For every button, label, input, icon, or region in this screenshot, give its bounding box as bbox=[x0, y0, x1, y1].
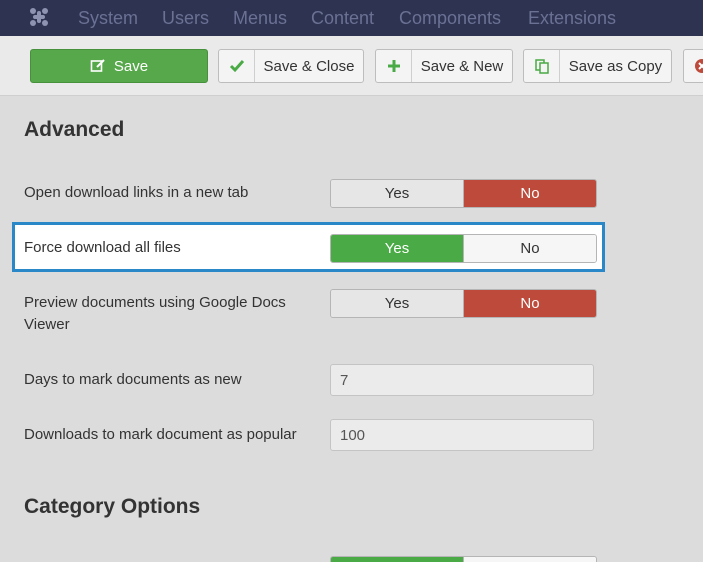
toggle-force-download: Yes No bbox=[330, 234, 597, 263]
save-close-button[interactable]: Save & Close bbox=[218, 49, 364, 83]
toggle-option-no[interactable]: No bbox=[463, 235, 596, 262]
toggle-google-docs-preview: Yes No bbox=[330, 289, 597, 318]
days-new-input[interactable]: 7 bbox=[330, 364, 594, 396]
nav-item-users[interactable]: Users bbox=[162, 8, 209, 29]
plus-icon bbox=[376, 50, 412, 82]
toggle-option-yes[interactable]: Yes bbox=[331, 290, 463, 317]
nav-item-menus[interactable]: Menus bbox=[233, 8, 287, 29]
close-icon bbox=[695, 59, 703, 73]
downloads-popular-input[interactable]: 100 bbox=[330, 419, 594, 451]
toggle-option-yes[interactable] bbox=[331, 557, 463, 562]
save-label: Save bbox=[113, 57, 149, 75]
close-button[interactable] bbox=[683, 49, 703, 83]
toggle-option-no[interactable]: No bbox=[463, 180, 596, 207]
toggle-option-yes[interactable]: Yes bbox=[331, 180, 463, 207]
edit-icon bbox=[90, 59, 105, 72]
toggle-option-no[interactable] bbox=[463, 557, 596, 562]
field-label-downloads-popular: Downloads to mark document as popular bbox=[24, 426, 297, 443]
nav-item-extensions[interactable]: Extensions bbox=[528, 8, 616, 29]
top-navbar: System Users Menus Content Components Ex… bbox=[0, 0, 703, 36]
save-copy-button[interactable]: Save as Copy bbox=[523, 49, 672, 83]
save-new-label: Save & New bbox=[420, 57, 504, 75]
toggle-option-yes[interactable]: Yes bbox=[331, 235, 463, 262]
section-title-category-options: Category Options bbox=[24, 495, 201, 518]
nav-item-content[interactable]: Content bbox=[311, 8, 374, 29]
save-button[interactable]: Save bbox=[30, 49, 208, 83]
field-label-google-docs-preview: Preview documents using Google Docs View… bbox=[24, 294, 286, 333]
toggle-open-new-tab: Yes No bbox=[330, 179, 597, 208]
check-icon bbox=[219, 50, 255, 82]
section-title-advanced: Advanced bbox=[24, 118, 125, 141]
nav-item-system[interactable]: System bbox=[78, 8, 138, 29]
toggle-category-partial bbox=[330, 556, 597, 562]
save-close-label: Save & Close bbox=[263, 57, 355, 75]
toggle-option-no[interactable]: No bbox=[463, 290, 596, 317]
save-copy-label: Save as Copy bbox=[568, 57, 663, 75]
copy-icon bbox=[524, 50, 560, 82]
toolbar: Save Save & Close Save & New Save as Cop… bbox=[0, 36, 703, 96]
joomla-logo-icon[interactable] bbox=[28, 6, 50, 28]
field-label-force-download: Force download all files bbox=[24, 239, 181, 256]
field-label-days-new: Days to mark documents as new bbox=[24, 371, 242, 388]
field-label-open-new-tab: Open download links in a new tab bbox=[24, 184, 249, 201]
save-new-button[interactable]: Save & New bbox=[375, 49, 513, 83]
nav-item-components[interactable]: Components bbox=[399, 8, 501, 29]
